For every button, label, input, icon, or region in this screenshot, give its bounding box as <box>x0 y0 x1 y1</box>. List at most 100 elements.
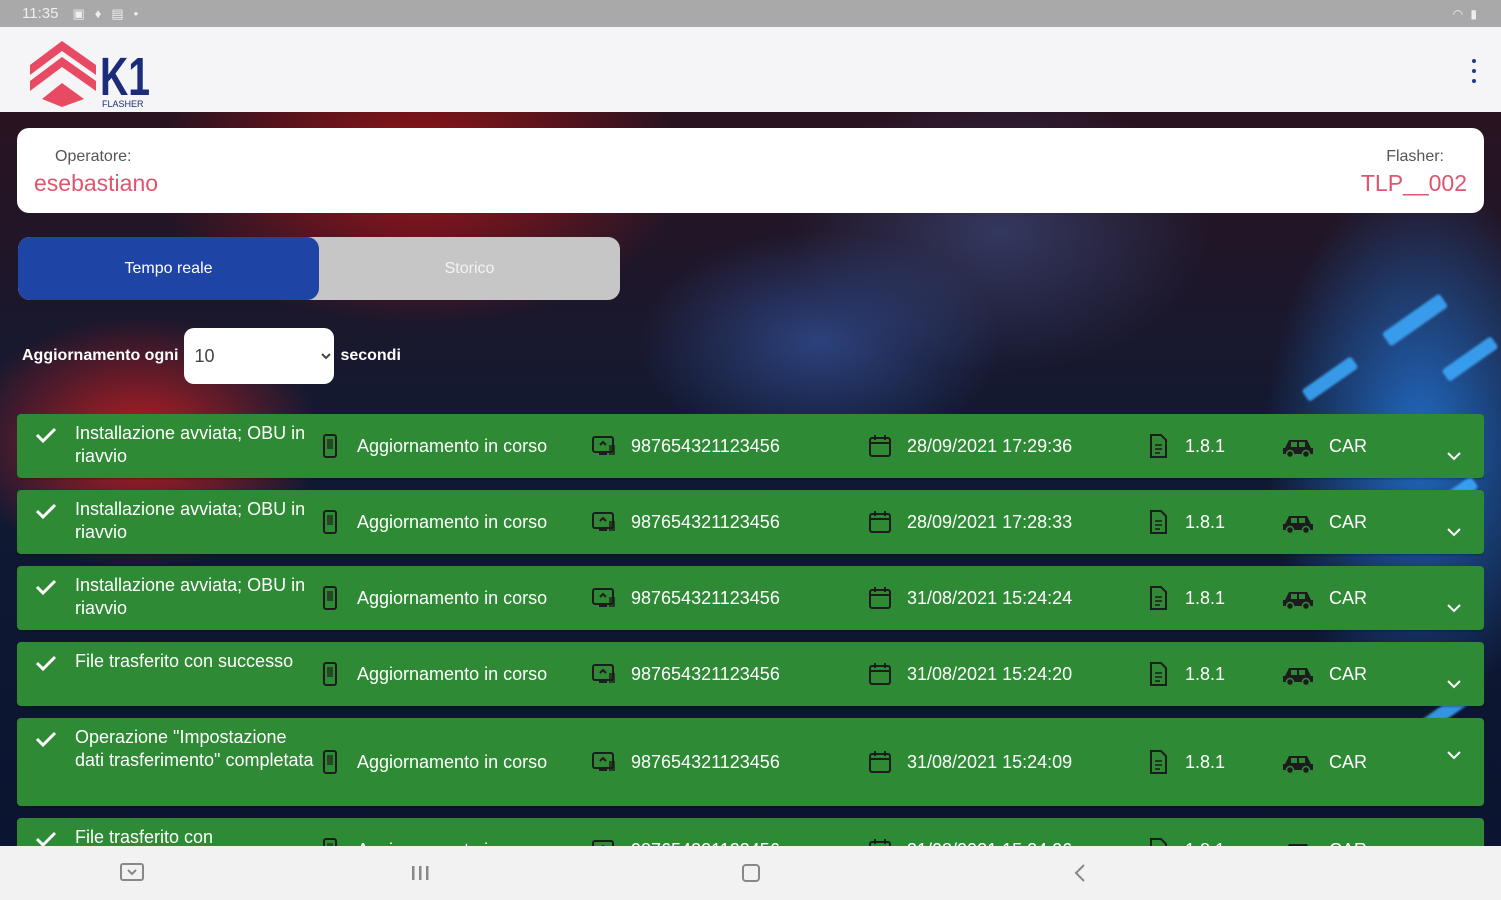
phone-icon <box>317 661 343 687</box>
car-icon <box>1281 749 1315 775</box>
chevron-down-icon[interactable] <box>1446 744 1462 760</box>
device-icon <box>591 749 617 775</box>
phone-icon <box>317 509 343 535</box>
car-icon <box>1281 433 1315 459</box>
battery-icon: ▮ <box>1470 6 1479 21</box>
home-icon[interactable] <box>737 860 765 886</box>
car-icon <box>1281 661 1315 687</box>
table-row[interactable]: Installazione avviata; OBU in riavvio Agg… <box>17 490 1484 554</box>
car-icon <box>1281 585 1315 611</box>
operations-list: Installazione avviata; OBU in riavvio Agg… <box>17 414 1484 846</box>
status-right-icons: ◠ ▮ <box>1453 7 1479 21</box>
row-vehicle: CAR <box>1329 511 1368 532</box>
chevron-down-icon[interactable] <box>1446 445 1462 461</box>
overflow-menu-icon[interactable] <box>1469 59 1479 83</box>
svg-text:FLASHER: FLASHER <box>102 99 144 109</box>
refresh-label: Aggiornamento ogni <box>22 347 179 364</box>
row-status-text: Installazione avviata; OBU in riavvio <box>75 499 306 542</box>
chevron-down-icon[interactable] <box>1446 521 1462 537</box>
table-row[interactable]: File trasferito conAggiornamento in cors… <box>17 818 1484 846</box>
chevron-down-icon[interactable] <box>1446 673 1462 689</box>
system-navigation-bar <box>0 846 1501 900</box>
row-version: 1.8.1 <box>1185 587 1226 608</box>
svg-text:K1: K1 <box>100 47 150 107</box>
screenshot-nav-icon[interactable] <box>118 860 146 886</box>
tab-storico[interactable]: Storico <box>319 237 620 300</box>
row-date: 31/08/2021 15:24:09 <box>907 751 1073 772</box>
image-icon: ▣ <box>72 5 85 21</box>
notification-icon: ▤ <box>111 5 124 21</box>
car-icon <box>1281 509 1315 535</box>
flasher-label: Flasher: <box>1386 148 1444 165</box>
calendar-icon <box>867 749 893 775</box>
recent-apps-icon[interactable] <box>406 860 434 886</box>
phone-icon <box>317 585 343 611</box>
table-row[interactable]: Installazione avviata; OBU in riavvio Agg… <box>17 414 1484 478</box>
row-status-text: File trasferito con successo <box>75 651 294 671</box>
system-status-bar: 11:35 ▣ ♦ ▤ • ◠ ▮ <box>0 0 1501 27</box>
car-icon <box>1281 837 1315 846</box>
tab-tempo-reale[interactable]: Tempo reale <box>18 237 319 300</box>
device-icon <box>591 837 617 846</box>
calendar-icon <box>867 837 893 846</box>
row-date: 28/09/2021 17:28:33 <box>907 511 1073 532</box>
calendar-icon <box>867 585 893 611</box>
row-status-text: Installazione avviata; OBU in riavvio <box>75 423 306 466</box>
check-icon <box>35 654 57 672</box>
refresh-unit-label: secondi <box>340 347 401 364</box>
table-row[interactable]: Installazione avviata; OBU in riavvio Agg… <box>17 566 1484 630</box>
row-serial: 987654321123456 <box>631 587 780 608</box>
row-serial: 987654321123456 <box>631 663 780 684</box>
file-icon <box>1145 509 1171 535</box>
row-version: 1.8.1 <box>1185 663 1226 684</box>
row-state-text: Aggiornamento in corso <box>357 511 548 532</box>
operator-value: esebastiano <box>34 170 159 196</box>
table-row[interactable]: File trasferito con successo Aggiornament… <box>17 642 1484 706</box>
chevron-down-icon[interactable] <box>1446 597 1462 613</box>
device-icon <box>591 661 617 687</box>
refresh-interval-select[interactable]: 10 <box>184 328 335 384</box>
row-serial: 987654321123456 <box>631 435 780 456</box>
row-vehicle: CAR <box>1329 435 1368 456</box>
device-icon <box>591 585 617 611</box>
check-icon <box>35 578 57 596</box>
status-time: 11:35 <box>22 5 59 22</box>
back-icon[interactable] <box>1066 860 1094 886</box>
phone-icon <box>317 749 343 775</box>
app-logo: K1 FLASHER <box>28 39 158 109</box>
row-status-text: File trasferito con <box>75 827 214 846</box>
phone-icon <box>317 433 343 459</box>
row-vehicle: CAR <box>1329 663 1368 684</box>
device-icon <box>591 433 617 459</box>
view-tabs: Tempo reale Storico <box>18 237 620 300</box>
phone-icon <box>317 837 343 846</box>
row-status-text: Installazione avviata; OBU in riavvio <box>75 575 306 618</box>
device-icon <box>591 509 617 535</box>
check-icon <box>35 426 57 444</box>
row-state-text: Aggiornamento in corso <box>357 587 548 608</box>
row-serial: 987654321123456 <box>631 511 780 532</box>
row-version: 1.8.1 <box>1185 435 1226 456</box>
location-icon: ♦ <box>94 5 102 21</box>
app-bar: K1 FLASHER <box>0 27 1501 112</box>
flasher-value: TLP__002 <box>1360 170 1467 196</box>
row-status-text: Operazione "Impostazione dati trasferime… <box>75 727 314 770</box>
row-date: 31/08/2021 15:24:24 <box>907 587 1073 608</box>
operator-label: Operatore: <box>55 148 132 165</box>
file-icon <box>1145 585 1171 611</box>
row-date: 31/08/2021 15:24:20 <box>907 663 1073 684</box>
dot-icon: • <box>133 5 139 21</box>
check-icon <box>35 830 57 846</box>
row-vehicle: CAR <box>1329 751 1368 772</box>
check-icon <box>35 502 57 520</box>
row-state-text: Aggiornamento in corso <box>357 435 548 456</box>
row-version: 1.8.1 <box>1185 751 1226 772</box>
file-icon <box>1145 661 1171 687</box>
row-date: 28/09/2021 17:29:36 <box>907 435 1073 456</box>
file-icon <box>1145 433 1171 459</box>
refresh-interval: Aggiornamento ogni 10 secondi <box>22 328 401 384</box>
check-icon <box>35 730 57 748</box>
row-serial: 987654321123456 <box>631 751 780 772</box>
table-row[interactable]: Operazione "Impostazione dati trasferime… <box>17 718 1484 806</box>
row-vehicle: CAR <box>1329 587 1368 608</box>
